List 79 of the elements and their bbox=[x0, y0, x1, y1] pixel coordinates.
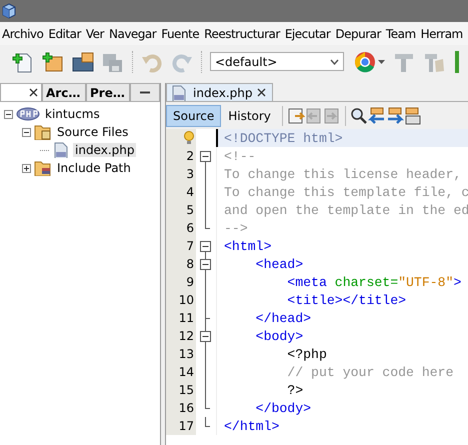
php-file-icon bbox=[170, 84, 188, 100]
editor-tab[interactable]: index.php bbox=[166, 83, 274, 101]
line-number: 5 bbox=[186, 202, 194, 219]
menu-item[interactable]: Fuente bbox=[159, 26, 202, 40]
line-number: 15 bbox=[178, 382, 194, 399]
line-number: 3 bbox=[186, 166, 194, 183]
code-line: <title></title> bbox=[286, 292, 406, 308]
browser-icon bbox=[354, 50, 376, 72]
last-edit-icon bbox=[286, 106, 305, 124]
code-line: <head> bbox=[254, 256, 304, 272]
line-number: 6 bbox=[186, 220, 194, 237]
tree-item[interactable]: Include Path bbox=[55, 161, 133, 175]
menu-item[interactable]: Depurar bbox=[333, 26, 384, 40]
code-line: </head> bbox=[254, 310, 312, 326]
panel-tab[interactable]: Arc… bbox=[42, 83, 86, 101]
search-icon bbox=[350, 106, 368, 124]
previous-occurrence-icon bbox=[368, 106, 386, 124]
code-line: // put your code here bbox=[286, 364, 454, 380]
code-line: To change this template file, c bbox=[224, 184, 468, 200]
code-line: --> bbox=[224, 220, 248, 236]
line-number: 12 bbox=[178, 328, 194, 345]
code-line: </html> bbox=[224, 418, 280, 434]
line-number: 16 bbox=[178, 400, 194, 417]
code-line: ?> bbox=[286, 382, 304, 398]
source-folder-icon bbox=[34, 124, 52, 140]
panel-tab[interactable]: Pre… bbox=[86, 83, 130, 101]
line-number: 13 bbox=[178, 346, 194, 363]
line-number: 14 bbox=[178, 364, 194, 381]
menu-item[interactable]: Editar bbox=[46, 26, 84, 40]
line-number: 11 bbox=[178, 310, 194, 327]
panel-tab[interactable] bbox=[0, 83, 42, 101]
code-line: and open the template in the ed bbox=[224, 202, 468, 218]
line-number: 9 bbox=[186, 274, 194, 291]
chevron-down-icon bbox=[330, 58, 339, 64]
code-line: <body> bbox=[254, 328, 304, 344]
app-cube-icon bbox=[2, 3, 16, 19]
php-file-icon bbox=[52, 142, 70, 158]
run-icon[interactable] bbox=[455, 50, 459, 72]
new-file-icon bbox=[12, 50, 34, 72]
caret-icon bbox=[378, 60, 385, 64]
php-project-icon bbox=[16, 106, 40, 122]
menu-item[interactable]: Ver bbox=[84, 26, 107, 40]
menu-item[interactable]: Navegar bbox=[106, 26, 160, 40]
forward-icon bbox=[322, 106, 341, 124]
next-occurrence-icon bbox=[386, 106, 404, 124]
menu-item[interactable]: Herram bbox=[418, 26, 466, 40]
menu-item[interactable]: Archivo bbox=[0, 26, 46, 40]
back-icon bbox=[304, 106, 323, 124]
line-number: 4 bbox=[186, 184, 194, 201]
configuration-dropdown[interactable]: <default> bbox=[210, 52, 344, 71]
close-icon bbox=[29, 88, 38, 97]
menu-item[interactable]: Ejecutar bbox=[282, 26, 334, 40]
tree-item[interactable]: Source Files bbox=[55, 125, 130, 139]
view-tab[interactable]: Source bbox=[166, 104, 222, 126]
dropdown-value: <default> bbox=[215, 54, 278, 68]
close-icon bbox=[257, 88, 266, 97]
menu-item[interactable]: Reestructurar bbox=[202, 26, 283, 40]
code-line: <meta charset="UTF-8"> bbox=[286, 274, 462, 290]
library-folder-icon bbox=[34, 160, 52, 176]
code-line: <!DOCTYPE html> bbox=[224, 130, 343, 146]
code-line: <!-- bbox=[224, 148, 256, 164]
line-number: 7 bbox=[186, 238, 194, 255]
toggle-highlight-icon bbox=[404, 106, 422, 124]
tree-item[interactable]: index.php bbox=[73, 143, 136, 157]
view-tab[interactable]: History bbox=[221, 104, 278, 126]
code-line: <?php bbox=[286, 346, 327, 362]
tab-label: index.php bbox=[193, 86, 252, 100]
line-number: 8 bbox=[186, 256, 194, 273]
open-folder-icon bbox=[72, 50, 94, 72]
line-number: 17 bbox=[178, 418, 194, 435]
minimize-icon bbox=[140, 91, 150, 94]
tree-item[interactable]: kintucms bbox=[43, 107, 102, 121]
new-folder-icon bbox=[42, 50, 64, 72]
menu-item[interactable]: Team bbox=[384, 26, 419, 40]
line-number: 10 bbox=[178, 292, 194, 309]
code-line: <html> bbox=[224, 238, 272, 254]
code-line: To change this license header, bbox=[224, 166, 462, 182]
line-number: 2 bbox=[186, 148, 194, 165]
code-line: </body> bbox=[254, 400, 312, 416]
